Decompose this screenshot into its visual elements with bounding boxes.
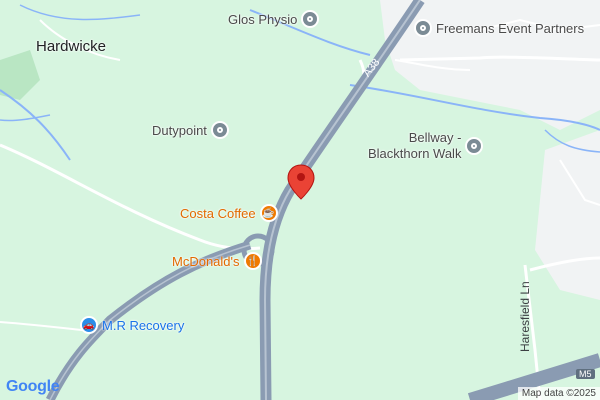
map-attribution[interactable]: Map data ©2025 <box>517 387 600 400</box>
minor-road <box>0 143 261 251</box>
poi-freemans-event-partners[interactable]: Freemans Event Partners <box>414 19 584 37</box>
road-label-haresfield-ln: Haresfield Ln <box>518 281 532 352</box>
stream <box>19 4 141 21</box>
place-icon <box>414 19 432 37</box>
poi-costa-coffee[interactable]: Costa Coffee ☕ <box>180 204 278 222</box>
stream <box>0 114 51 122</box>
poi-mcdonalds[interactable]: McDonald's 🍴 <box>172 252 262 270</box>
poi-label: M.R Recovery <box>102 317 185 333</box>
poi-label: McDonald's <box>172 253 240 269</box>
fork-knife-icon: 🍴 <box>243 252 262 270</box>
poi-label: Glos Physio <box>228 11 298 27</box>
map-canvas[interactable]: Hardwicke Glos Physio Freemans Event Par… <box>0 0 600 400</box>
poi-label: Freemans Event Partners <box>436 20 585 36</box>
car-repair-icon: 🚗 <box>80 316 98 334</box>
map-base-layer <box>0 0 600 400</box>
place-label-hardwicke: Hardwicke <box>36 38 107 55</box>
place-icon <box>465 137 484 155</box>
place-icon <box>301 10 320 28</box>
m5-shield: M5 <box>576 369 595 379</box>
google-logo: Google <box>6 378 60 395</box>
location-marker-icon[interactable] <box>287 164 315 200</box>
poi-bellway-blackthorn-walk[interactable]: Bellway - Blackthorn Walk <box>368 130 484 162</box>
coffee-cup-icon: ☕ <box>259 204 278 222</box>
poi-glos-physio[interactable]: Glos Physio <box>228 10 320 28</box>
poi-label-line2: Blackthorn Walk <box>368 146 462 161</box>
park-area <box>0 50 40 100</box>
poi-mr-recovery[interactable]: 🚗 M.R Recovery <box>80 316 184 334</box>
urban-area <box>535 130 600 300</box>
poi-label: Bellway - <box>408 130 462 145</box>
poi-label: Costa Coffee <box>180 205 256 221</box>
poi-dutypoint[interactable]: Dutypoint <box>152 121 229 139</box>
poi-label: Dutypoint <box>152 122 207 138</box>
place-icon <box>210 121 229 139</box>
